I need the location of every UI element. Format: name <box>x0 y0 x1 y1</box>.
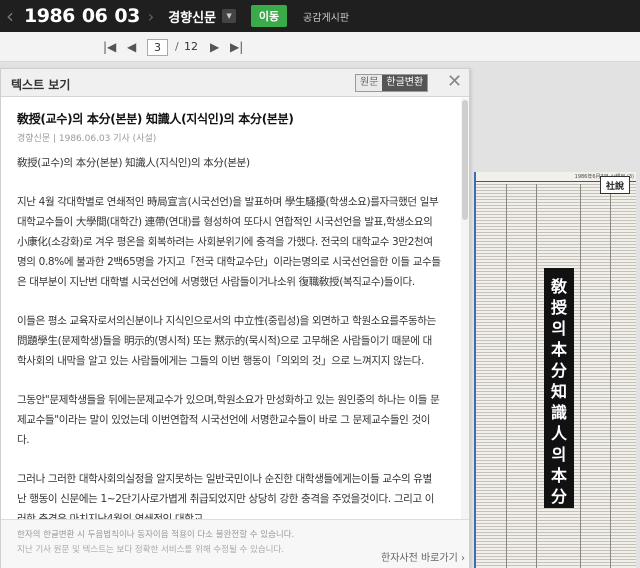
column-divider <box>536 184 537 568</box>
newspaper-name[interactable]: 경향신문 <box>168 7 216 26</box>
service-notice: 지난 기사 원문 및 텍스트는 보다 정확한 서비스를 위해 수정될 수 있습니… <box>17 545 285 555</box>
article-paragraph: 그러나 그러한 대학사회의실정을 알지못하는 일반국민이나 순진한 대학생들에게… <box>17 473 435 519</box>
editorial-label: 社說 <box>600 176 630 194</box>
newspaper-dropdown[interactable]: ▼ <box>222 9 237 23</box>
caret-down-icon: ▼ <box>226 12 232 20</box>
go-button[interactable]: 이동 <box>251 5 288 27</box>
page-pager: |◀ ◀ 3 / 12 ▶ ▶| <box>0 32 640 62</box>
text-view-panel: 텍스트 보기 원문 한글변환 ✕ 敎授(교수)의 本分(본분) 知識人(지식인)… <box>0 68 470 568</box>
tab-hangul[interactable]: 한글변환 <box>382 75 428 91</box>
chevron-right-icon[interactable]: › <box>148 7 154 26</box>
panel-title: 텍스트 보기 <box>11 78 71 92</box>
article-body: 敎授(교수)의 本分(본분) 知識人(지식인)의 本分(본분) 지난 4월 각대… <box>17 153 441 519</box>
close-icon[interactable]: ✕ <box>447 72 462 92</box>
column-divider <box>506 184 507 568</box>
column-divider <box>580 184 581 568</box>
prev-page-icon[interactable]: ◀ <box>127 40 136 54</box>
article-paragraph: 敎授(교수)의 本分(본분) 知識人(지식인)의 本分(본분) <box>17 157 250 169</box>
year-select[interactable]: 1986 <box>24 5 75 27</box>
panel-header: 텍스트 보기 원문 한글변환 ✕ <box>1 69 469 97</box>
article-paragraph: 그동안"문제학생들을 뒤에는문제교수가 있으며,학원소요가 만성화하고 있는 원… <box>17 394 440 446</box>
board-link[interactable]: 공감게시판 <box>303 9 349 24</box>
newspaper-page-image[interactable]: 1986年6月3日 火曜日 (3) 社說 敎授의 本分 知識人의 本分 <box>474 172 636 568</box>
page-number-input[interactable]: 3 <box>147 39 168 56</box>
first-page-icon[interactable]: |◀ <box>103 40 116 54</box>
column-divider <box>610 184 611 568</box>
month-select[interactable]: 06 <box>82 5 108 27</box>
chevron-left-icon[interactable]: ‹ <box>2 4 18 28</box>
editorial-headline: 敎授의 本分 知識人의 本分 <box>544 268 574 508</box>
tab-original[interactable]: 원문 <box>356 75 383 91</box>
panel-footer: 한자의 한글변환 시 두음법칙이나 동자이음 적용이 다소 불완전할 수 있습니… <box>1 519 469 568</box>
scrollbar-thumb[interactable] <box>462 100 468 220</box>
hanja-dictionary-link[interactable]: 한자사전 바로가기 › <box>381 549 465 564</box>
headline-text: 敎授의 本分 知識人의 本分 <box>550 277 567 506</box>
scrollbar[interactable] <box>461 98 469 519</box>
view-mode-tabs: 원문 한글변환 <box>355 74 429 92</box>
article-scroll-area[interactable]: 敎授(교수)의 本分(본분) 知識人(지식인)의 本分(본분) 경향신문 | 1… <box>1 98 461 519</box>
date-navigation-bar: ‹ 1986 06 03 › 경향신문 ▼ 이동 공감게시판 <box>0 0 640 32</box>
page-separator: / <box>175 40 179 53</box>
page-total: 12 <box>184 40 198 53</box>
article-paragraph: 이들은 평소 교육자로서의신분이나 지식인으로서의 中立性(중립성)을 외면하고… <box>17 315 436 367</box>
last-page-icon[interactable]: ▶| <box>230 40 243 54</box>
next-page-icon[interactable]: ▶ <box>210 40 219 54</box>
article-paragraph: 지난 4월 각대학별로 연쇄적인 時局宣言(시국선언)을 발표하며 學生騷擾(학… <box>17 196 441 288</box>
conversion-notice: 한자의 한글변환 시 두음법칙이나 동자이음 적용이 다소 불완전할 수 있습니… <box>17 530 295 540</box>
article-title: 敎授(교수)의 本分(본분) 知識人(지식인)의 本分(본분) <box>17 112 294 126</box>
day-select[interactable]: 03 <box>114 5 140 27</box>
article-meta: 경향신문 | 1986.06.03 기사 (사설) <box>17 134 157 144</box>
